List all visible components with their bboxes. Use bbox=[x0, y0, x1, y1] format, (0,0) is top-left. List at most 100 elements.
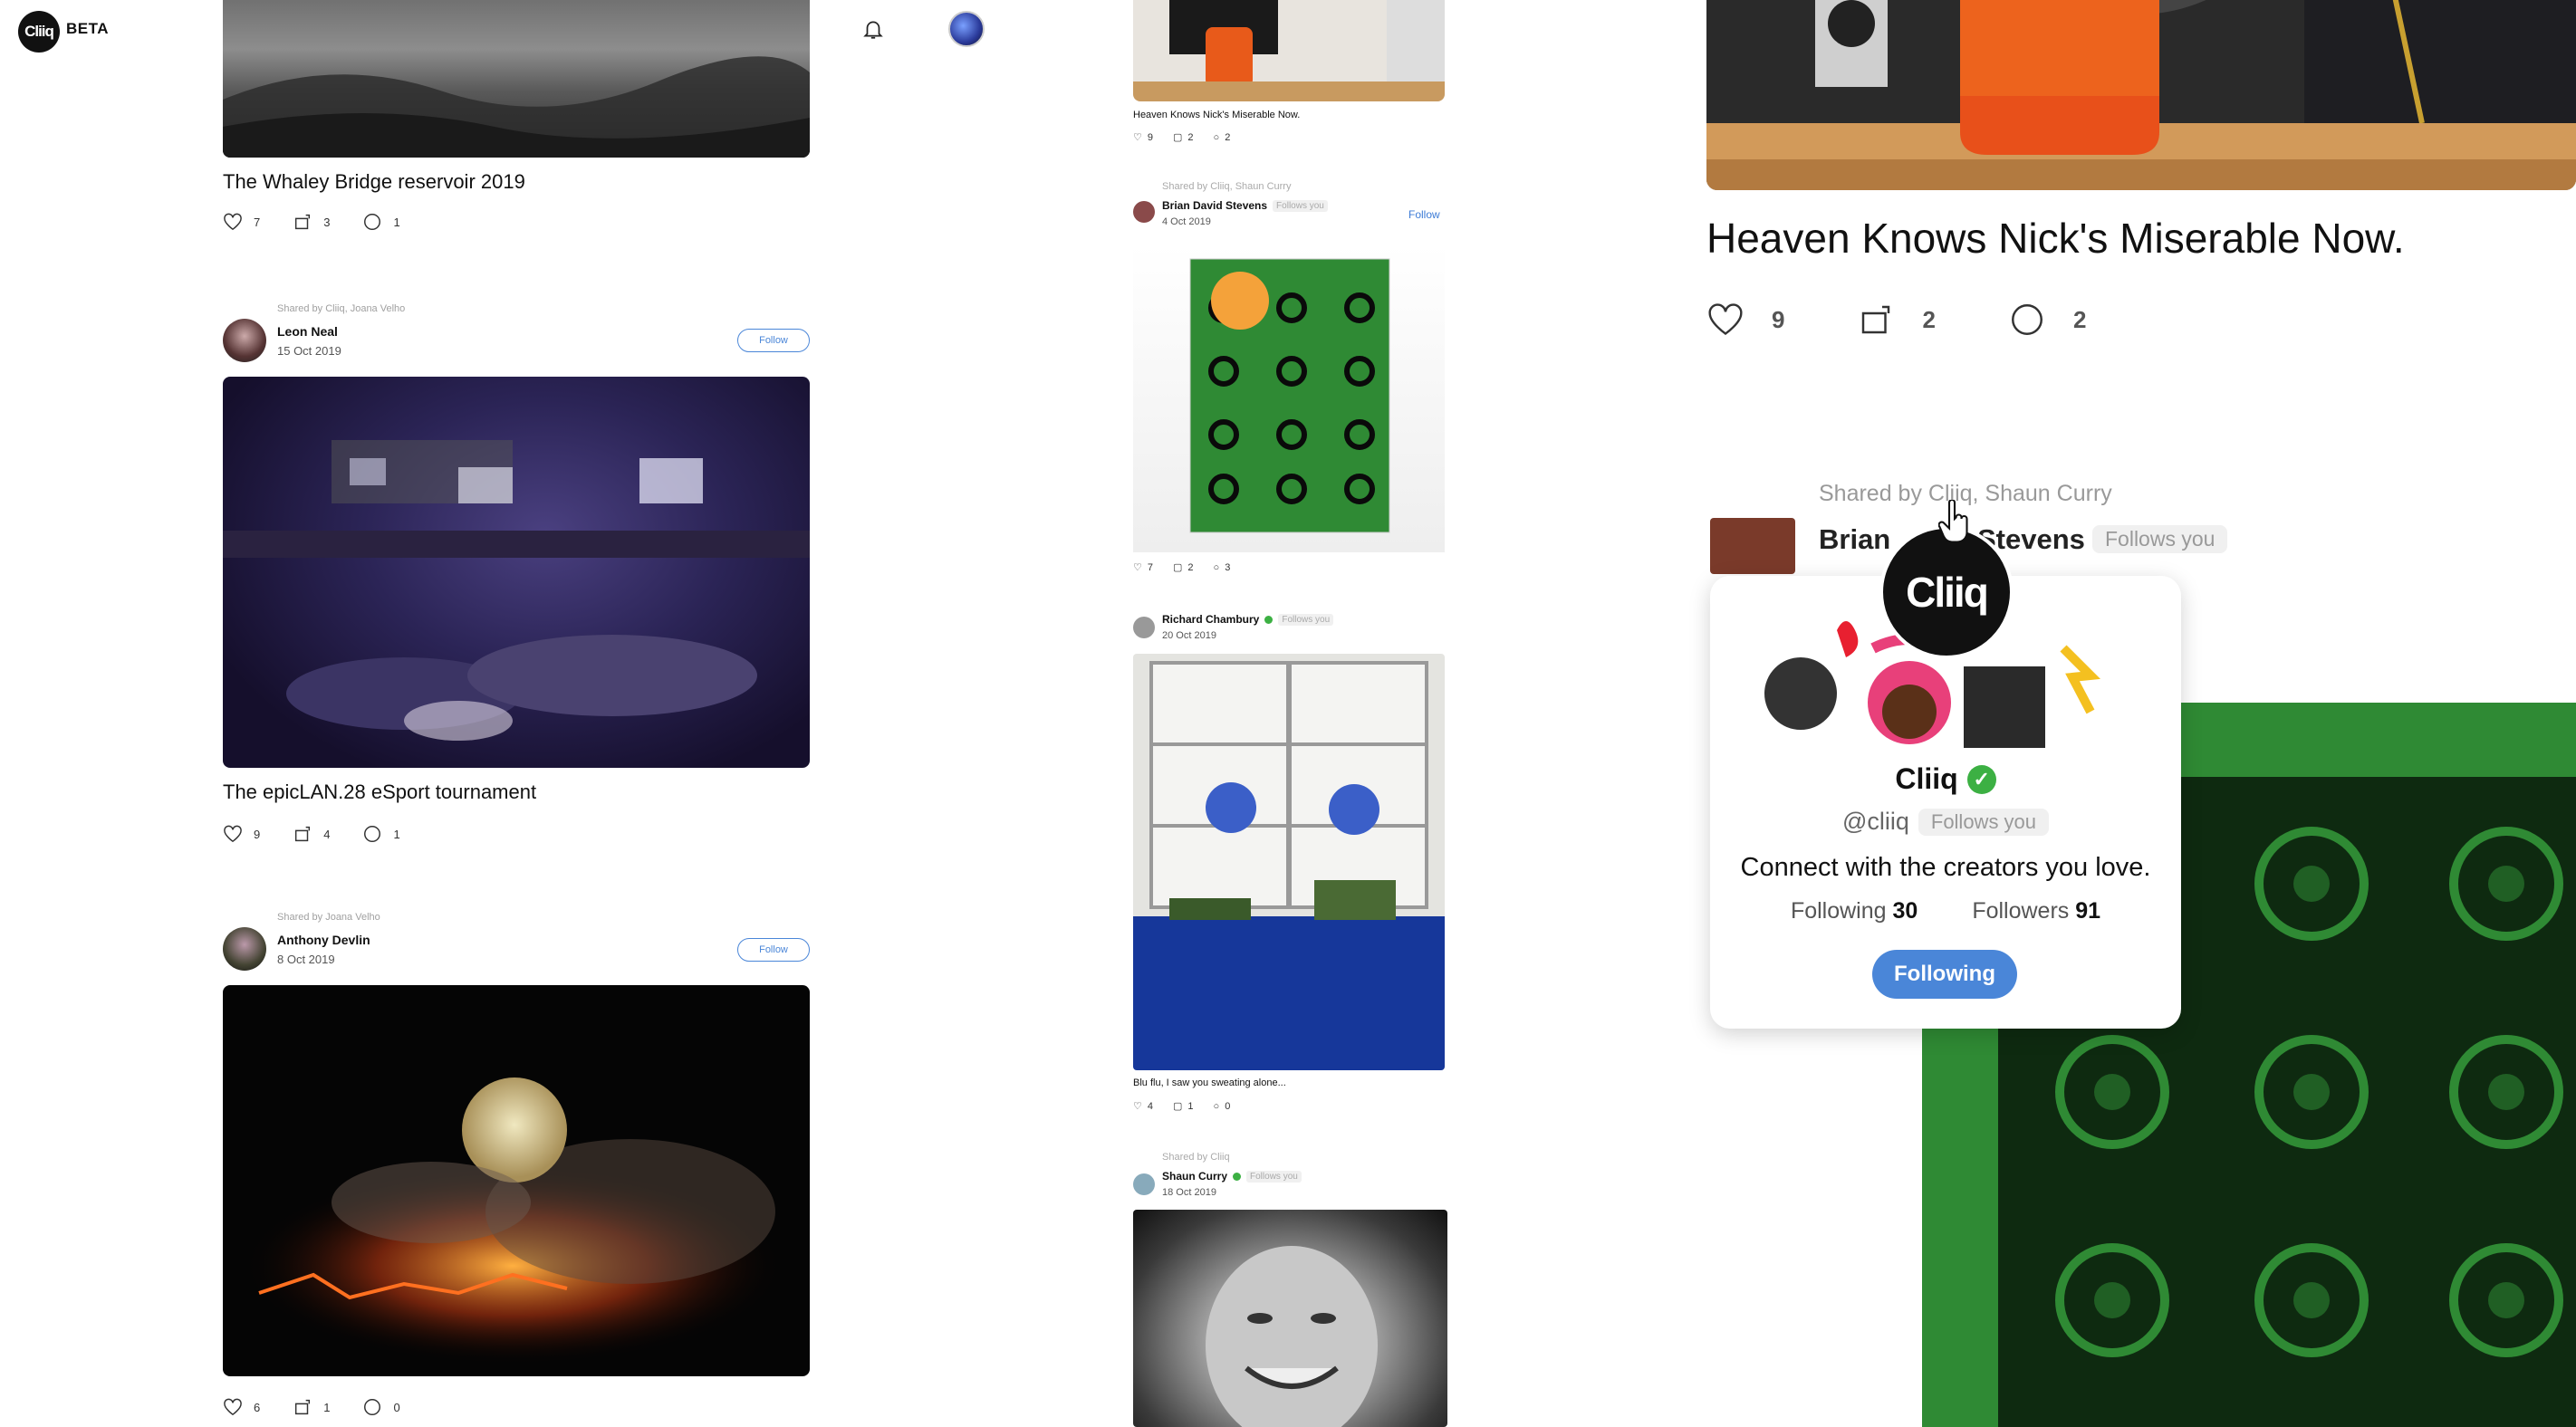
profile-avatar[interactable]: Cliiq bbox=[1879, 525, 2014, 659]
comment-button[interactable]: ○ 3 bbox=[1214, 561, 1231, 573]
follow-button[interactable]: Follow bbox=[1408, 208, 1440, 221]
comment-count: 3 bbox=[1225, 561, 1231, 573]
user-avatar[interactable] bbox=[1710, 518, 1795, 574]
profile-name[interactable]: Cliiq bbox=[1895, 762, 1957, 796]
following-count[interactable]: Following 30 bbox=[1791, 898, 1918, 924]
following-button[interactable]: Following bbox=[1872, 950, 2017, 999]
comment-count: 0 bbox=[1225, 1100, 1231, 1112]
post-image[interactable] bbox=[1133, 0, 1445, 101]
post-title[interactable]: Blu flu, I saw you sweating alone... bbox=[1133, 1077, 1286, 1088]
user-avatar[interactable] bbox=[223, 927, 266, 971]
repost-button[interactable]: ▢ 2 bbox=[1173, 131, 1194, 144]
post-image[interactable] bbox=[1133, 1210, 1447, 1427]
post-title[interactable]: The Whaley Bridge reservoir 2019 bbox=[223, 170, 525, 194]
post-stats: 6 1 0 bbox=[223, 1397, 433, 1417]
followers-count[interactable]: Followers 91 bbox=[1972, 898, 2100, 924]
post-image[interactable] bbox=[223, 377, 810, 768]
repost-button[interactable]: 3 bbox=[293, 212, 330, 232]
bell-icon bbox=[863, 21, 883, 39]
post-stats: ♡ 9 ▢ 2 ○ 2 bbox=[1133, 131, 1231, 144]
profile-counts: Following 30 Followers 91 bbox=[1710, 898, 2181, 924]
like-button[interactable]: ♡ 4 bbox=[1133, 1100, 1153, 1113]
repost-button[interactable]: 2 bbox=[1857, 301, 1936, 339]
like-button[interactable]: 9 bbox=[223, 825, 260, 843]
shared-by: Shared by Cliiq, Joana Velho bbox=[277, 303, 406, 314]
comment-icon bbox=[364, 826, 381, 842]
shared-by: Shared by Joana Velho bbox=[277, 912, 380, 923]
comment-button[interactable]: ○ 2 bbox=[1214, 131, 1231, 143]
comment-button[interactable]: 0 bbox=[362, 1397, 400, 1417]
follow-button[interactable]: Follow bbox=[737, 329, 810, 352]
post-date: 15 Oct 2019 bbox=[277, 344, 341, 358]
user-avatar[interactable] bbox=[1133, 1173, 1155, 1195]
user-row: Richard Chambury Follows you bbox=[1162, 613, 1334, 626]
comment-icon bbox=[2011, 304, 2043, 335]
like-button[interactable]: ♡ 7 bbox=[1133, 561, 1153, 574]
like-button[interactable]: 9 bbox=[1706, 302, 1784, 337]
user-avatar[interactable] bbox=[1133, 201, 1155, 223]
comment-button[interactable]: 1 bbox=[362, 824, 400, 844]
post-image[interactable] bbox=[1133, 244, 1445, 552]
post-title[interactable]: The epicLAN.28 eSport tournament bbox=[223, 781, 536, 804]
post-stats: 7 3 1 bbox=[223, 212, 433, 232]
shared-by: Shared by Cliiq bbox=[1162, 1152, 1230, 1163]
comment-button[interactable]: 2 bbox=[2008, 301, 2086, 339]
user-name[interactable]: Anthony Devlin bbox=[277, 933, 370, 947]
avatar[interactable] bbox=[948, 11, 985, 47]
repost-icon bbox=[1862, 305, 1890, 334]
repost-count: 2 bbox=[1187, 131, 1194, 143]
post-image[interactable] bbox=[223, 0, 810, 158]
repost-icon bbox=[295, 214, 311, 230]
comment-button[interactable]: 1 bbox=[362, 212, 400, 232]
post-date: 20 Oct 2019 bbox=[1162, 630, 1216, 641]
heart-icon bbox=[224, 825, 242, 843]
like-button[interactable]: ♡ 9 bbox=[1133, 131, 1153, 144]
post-title[interactable]: Heaven Knows Nick's Miserable Now. bbox=[1133, 110, 1300, 120]
profile-name-row: Cliiq ✓ bbox=[1710, 762, 2181, 796]
comment-button[interactable]: ○ 0 bbox=[1214, 1100, 1231, 1112]
repost-button[interactable]: ▢ 2 bbox=[1173, 561, 1194, 574]
post-date: 4 Oct 2019 bbox=[1162, 216, 1211, 227]
comment-count: 1 bbox=[393, 827, 400, 841]
follows-you-badge: Follows you bbox=[1246, 1170, 1302, 1183]
post-image[interactable] bbox=[223, 985, 810, 1376]
zoom-post-image[interactable] bbox=[1706, 0, 2576, 190]
follows-you-badge: Follows you bbox=[1273, 199, 1328, 212]
like-count: 9 bbox=[254, 827, 261, 841]
profile-popover: Cliiq Cliiq ✓ @cliiq Follows you Connect… bbox=[1710, 525, 2181, 1029]
zoom-post-title[interactable]: Heaven Knows Nick's Miserable Now. bbox=[1706, 214, 2405, 263]
user-name[interactable]: Brian David Stevens bbox=[1162, 199, 1267, 212]
notifications-button[interactable] bbox=[851, 7, 895, 51]
verified-icon bbox=[1264, 615, 1274, 624]
profile-handle-row: @cliiq Follows you bbox=[1710, 808, 2181, 836]
repost-count: 2 bbox=[1187, 561, 1194, 573]
repost-icon bbox=[295, 826, 311, 842]
user-name[interactable]: Shaun Curry bbox=[1162, 1170, 1227, 1183]
like-count: 6 bbox=[254, 1400, 261, 1414]
profile-bio: Connect with the creators you love. bbox=[1740, 853, 2151, 882]
repost-button[interactable]: 1 bbox=[293, 1397, 330, 1417]
zoom-post-stats: 9 2 2 bbox=[1706, 301, 2158, 339]
user-name[interactable]: Richard Chambury bbox=[1162, 613, 1259, 626]
user-name[interactable]: Leon Neal bbox=[277, 324, 338, 339]
cliiq-logo[interactable]: Cliiq bbox=[18, 11, 60, 53]
verified-icon bbox=[1233, 1172, 1242, 1181]
profile-handle: @cliiq bbox=[1841, 808, 1909, 835]
post-stats: ♡ 4 ▢ 1 ○ 0 bbox=[1133, 1100, 1231, 1113]
repost-button[interactable]: 4 bbox=[293, 824, 330, 844]
repost-count: 2 bbox=[1922, 305, 1936, 333]
like-count: 9 bbox=[1772, 305, 1785, 333]
comment-count: 1 bbox=[393, 215, 400, 229]
like-button[interactable]: 6 bbox=[223, 1398, 260, 1416]
like-button[interactable]: 7 bbox=[223, 213, 260, 231]
post-image[interactable] bbox=[1133, 654, 1445, 1070]
follows-you-badge: Follows you bbox=[1918, 808, 2050, 836]
repost-icon bbox=[295, 1399, 311, 1415]
user-name-partial[interactable]: Brian bbox=[1819, 523, 1890, 556]
user-avatar[interactable] bbox=[223, 319, 266, 362]
comment-count: 2 bbox=[2072, 305, 2087, 333]
follow-button[interactable]: Follow bbox=[737, 938, 810, 962]
user-avatar[interactable] bbox=[1133, 617, 1155, 638]
comment-count: 0 bbox=[393, 1400, 400, 1414]
repost-button[interactable]: ▢ 1 bbox=[1173, 1100, 1194, 1113]
